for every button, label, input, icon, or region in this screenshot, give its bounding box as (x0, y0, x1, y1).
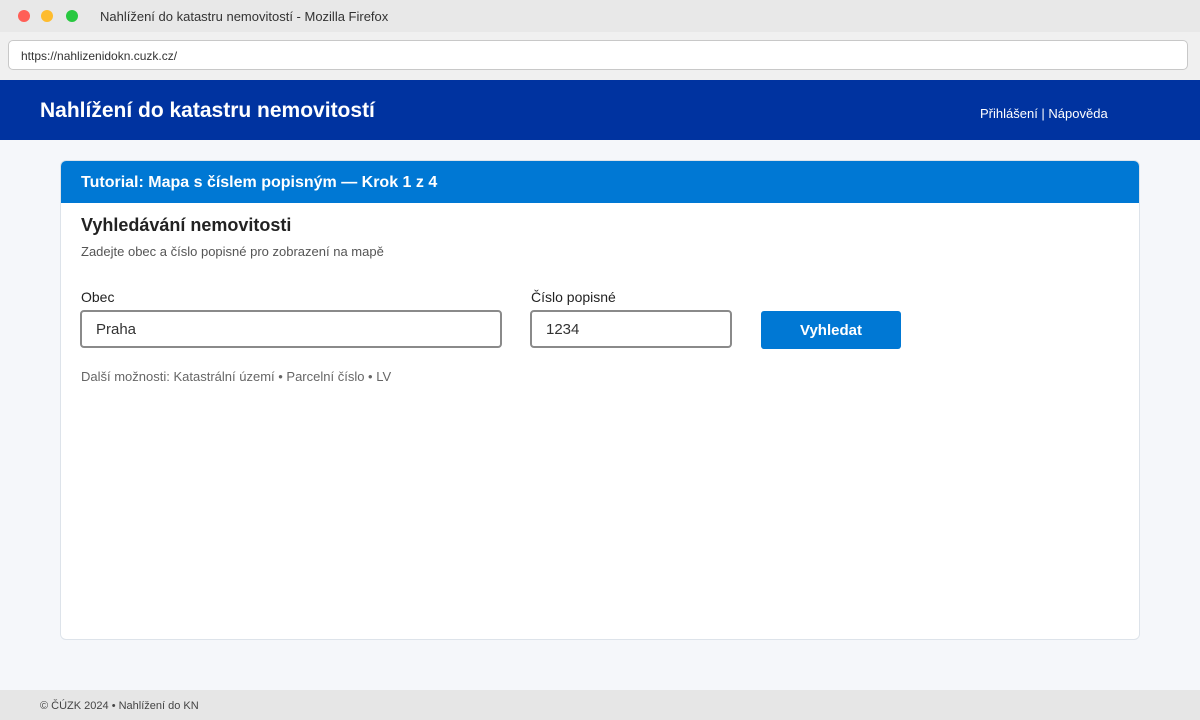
search-button[interactable]: Vyhledat (761, 311, 901, 349)
site-footer: © ČÚZK 2024 • Nahlížení do KN (0, 690, 1200, 720)
close-window-button[interactable] (18, 10, 30, 22)
window-title: Nahlížení do katastru nemovitostí - Mozi… (100, 9, 389, 24)
browser-toolbar: https://nahlizenidokn.cuzk.cz/ (0, 32, 1200, 80)
cislo-popisne-label: Číslo popisné (531, 289, 616, 305)
section-title: Vyhledávání nemovitosti (81, 215, 292, 235)
site-header: Nahlížení do katastru nemovitostí Přihlá… (0, 80, 1200, 140)
login-link[interactable]: Přihlášení (980, 106, 1038, 121)
obec-label: Obec (81, 289, 115, 305)
tutorial-banner: Tutorial: Mapa s číslem popisným — Krok … (61, 161, 1139, 203)
minimize-window-button[interactable] (41, 10, 53, 22)
obec-input[interactable] (80, 310, 502, 348)
more-options-text: Další možnosti: Katastrální území • Parc… (81, 369, 392, 384)
address-bar-url[interactable]: https://nahlizenidokn.cuzk.cz/ (21, 49, 177, 63)
header-links: Přihlášení | Nápověda (980, 106, 1108, 121)
cislo-popisne-input[interactable] (530, 310, 732, 348)
header-link-separator: | (1037, 106, 1049, 121)
footer-text: © ČÚZK 2024 • Nahlížení do KN (40, 700, 199, 712)
tutorial-banner-text: Tutorial: Mapa s číslem popisným — Krok … (81, 174, 438, 191)
search-card: Tutorial: Mapa s číslem popisným — Krok … (60, 160, 1140, 640)
help-link[interactable]: Nápověda (1048, 106, 1107, 121)
section-subtitle: Zadejte obec a číslo popisné pro zobraze… (81, 244, 384, 259)
site-title: Nahlížení do katastru nemovitostí (40, 99, 375, 122)
window-titlebar: Nahlížení do katastru nemovitostí - Mozi… (0, 0, 1200, 32)
maximize-window-button[interactable] (66, 10, 78, 22)
address-bar[interactable]: https://nahlizenidokn.cuzk.cz/ (8, 40, 1188, 70)
